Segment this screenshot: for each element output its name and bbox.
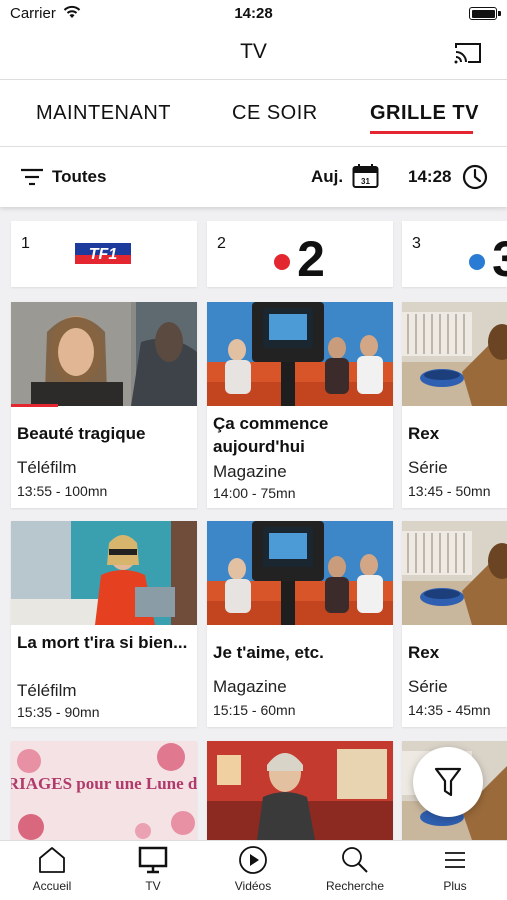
program-card[interactable]: Je t'aime, etc. Magazine 15:15 - 60mn	[207, 521, 393, 727]
program-card[interactable]: La mort t'ira si bien... Téléfilm 15:35 …	[11, 521, 197, 727]
tab-bar-item-recherche[interactable]: Recherche	[310, 845, 400, 893]
svg-text:2: 2	[297, 231, 325, 279]
search-icon	[342, 847, 368, 873]
tab-maintenant[interactable]: MAINTENANT	[36, 102, 171, 125]
program-card[interactable]: Ça commence aujourd'hui Magazine 14:00 -…	[207, 302, 393, 508]
program-genre: Magazine	[213, 677, 287, 696]
channel-card-france2[interactable]: 2 2	[207, 221, 393, 287]
tab-bar: Accueil TV Vidéos Recherche Plus	[0, 840, 507, 900]
channel-number: 3	[412, 235, 421, 252]
svg-text:4 MARIAGES pour une Lune de Mi: 4 MARIAGES pour une Lune de Miel	[11, 774, 197, 793]
program-thumbnail	[402, 302, 507, 406]
program-time: 13:45 - 50mn	[408, 483, 491, 499]
program-poster-image: 4 MARIAGES pour une Lune de Miel	[11, 741, 197, 840]
tab-grille-tv[interactable]: GRILLE TV	[370, 102, 479, 125]
program-time: 13:55 - 100mn	[17, 483, 108, 499]
filter-lines-icon[interactable]	[20, 167, 44, 187]
play-icon	[239, 846, 267, 874]
program-thumbnail	[402, 521, 507, 625]
navigation-bar: TV	[0, 30, 507, 80]
tab-bar-label: Accueil	[32, 879, 72, 893]
svg-text:TF1: TF1	[89, 246, 118, 263]
program-genre: Série	[408, 677, 448, 696]
status-time: 14:28	[234, 5, 273, 22]
schedule-tabs: MAINTENANT CE SOIR GRILLE TV	[0, 80, 507, 147]
program-title: Rex	[408, 643, 440, 662]
channel-card-france3[interactable]: 3 3	[402, 221, 507, 287]
page-title: TV	[240, 40, 267, 63]
program-thumbnail	[207, 521, 393, 625]
tab-bar-item-videos[interactable]: Vidéos	[208, 845, 298, 893]
calendar-icon[interactable]: 31	[352, 163, 379, 189]
program-title: Rex	[408, 424, 440, 443]
tab-bar-label: Recherche	[325, 879, 385, 893]
program-time: 14:00 - 75mn	[213, 485, 296, 501]
channel-number: 2	[217, 235, 226, 252]
tv-icon	[138, 846, 168, 874]
svg-text:3: 3	[492, 231, 507, 279]
tab-bar-item-plus[interactable]: Plus	[410, 845, 500, 893]
program-thumbnail	[207, 302, 393, 406]
program-genre: Magazine	[213, 462, 287, 481]
tab-bar-item-accueil[interactable]: Accueil	[7, 845, 97, 893]
tf1-logo: TF1	[75, 243, 131, 264]
home-icon	[39, 847, 65, 873]
program-progress-bar	[11, 404, 58, 407]
tab-bar-label: TV	[145, 879, 161, 893]
program-thumbnail	[207, 741, 393, 840]
program-genre: Téléfilm	[17, 458, 77, 477]
program-title: Je t'aime, etc.	[213, 643, 324, 662]
channel-filter-button[interactable]: Toutes	[52, 167, 106, 187]
program-thumbnail	[11, 302, 197, 406]
day-selector[interactable]: Auj.	[311, 167, 343, 187]
program-thumbnail	[11, 521, 197, 625]
time-selector[interactable]: 14:28	[408, 167, 451, 187]
program-card[interactable]: Rex Série 13:45 - 50mn	[402, 302, 507, 508]
battery-tip	[498, 11, 501, 16]
program-time: 15:15 - 60mn	[213, 702, 296, 718]
channel-card-tf1[interactable]: 1 TF1	[11, 221, 197, 287]
program-genre: Série	[408, 458, 448, 477]
program-title: La mort t'ira si bien...	[17, 633, 188, 652]
program-card[interactable]: Beauté tragique Téléfilm 13:55 - 100mn	[11, 302, 197, 508]
clock-icon[interactable]	[462, 164, 488, 190]
program-title: Ça commence aujourd'hui	[213, 414, 329, 456]
menu-icon	[445, 852, 465, 868]
tab-bar-label: Vidéos	[234, 879, 272, 893]
tab-bar-label: Plus	[443, 879, 467, 893]
program-genre: Téléfilm	[17, 681, 77, 700]
active-tab-indicator	[370, 131, 473, 134]
status-bar: Carrier 14:28	[0, 0, 507, 30]
calendar-day: 31	[361, 177, 370, 186]
battery-icon	[469, 7, 497, 20]
program-card[interactable]	[207, 741, 393, 840]
funnel-icon	[434, 767, 462, 797]
program-time: 15:35 - 90mn	[17, 704, 100, 720]
program-time: 14:35 - 45mn	[408, 702, 491, 718]
program-card[interactable]: Rex Série 14:35 - 45mn	[402, 521, 507, 727]
france2-logo: 2	[274, 231, 325, 279]
channel-number: 1	[21, 235, 30, 252]
cast-icon[interactable]	[453, 41, 483, 65]
france3-logo: 3	[469, 231, 507, 279]
tab-ce-soir[interactable]: CE SOIR	[232, 102, 318, 125]
program-thumbnail: 4 MARIAGES pour une Lune de Miel	[11, 741, 197, 840]
filter-bar: Toutes Auj. 31 14:28	[0, 147, 507, 207]
program-title: Beauté tragique	[17, 424, 146, 443]
filter-fab-button[interactable]	[413, 747, 483, 817]
program-card[interactable]: 4 MARIAGES pour une Lune de Miel	[11, 741, 197, 840]
tab-bar-item-tv[interactable]: TV	[108, 845, 198, 893]
